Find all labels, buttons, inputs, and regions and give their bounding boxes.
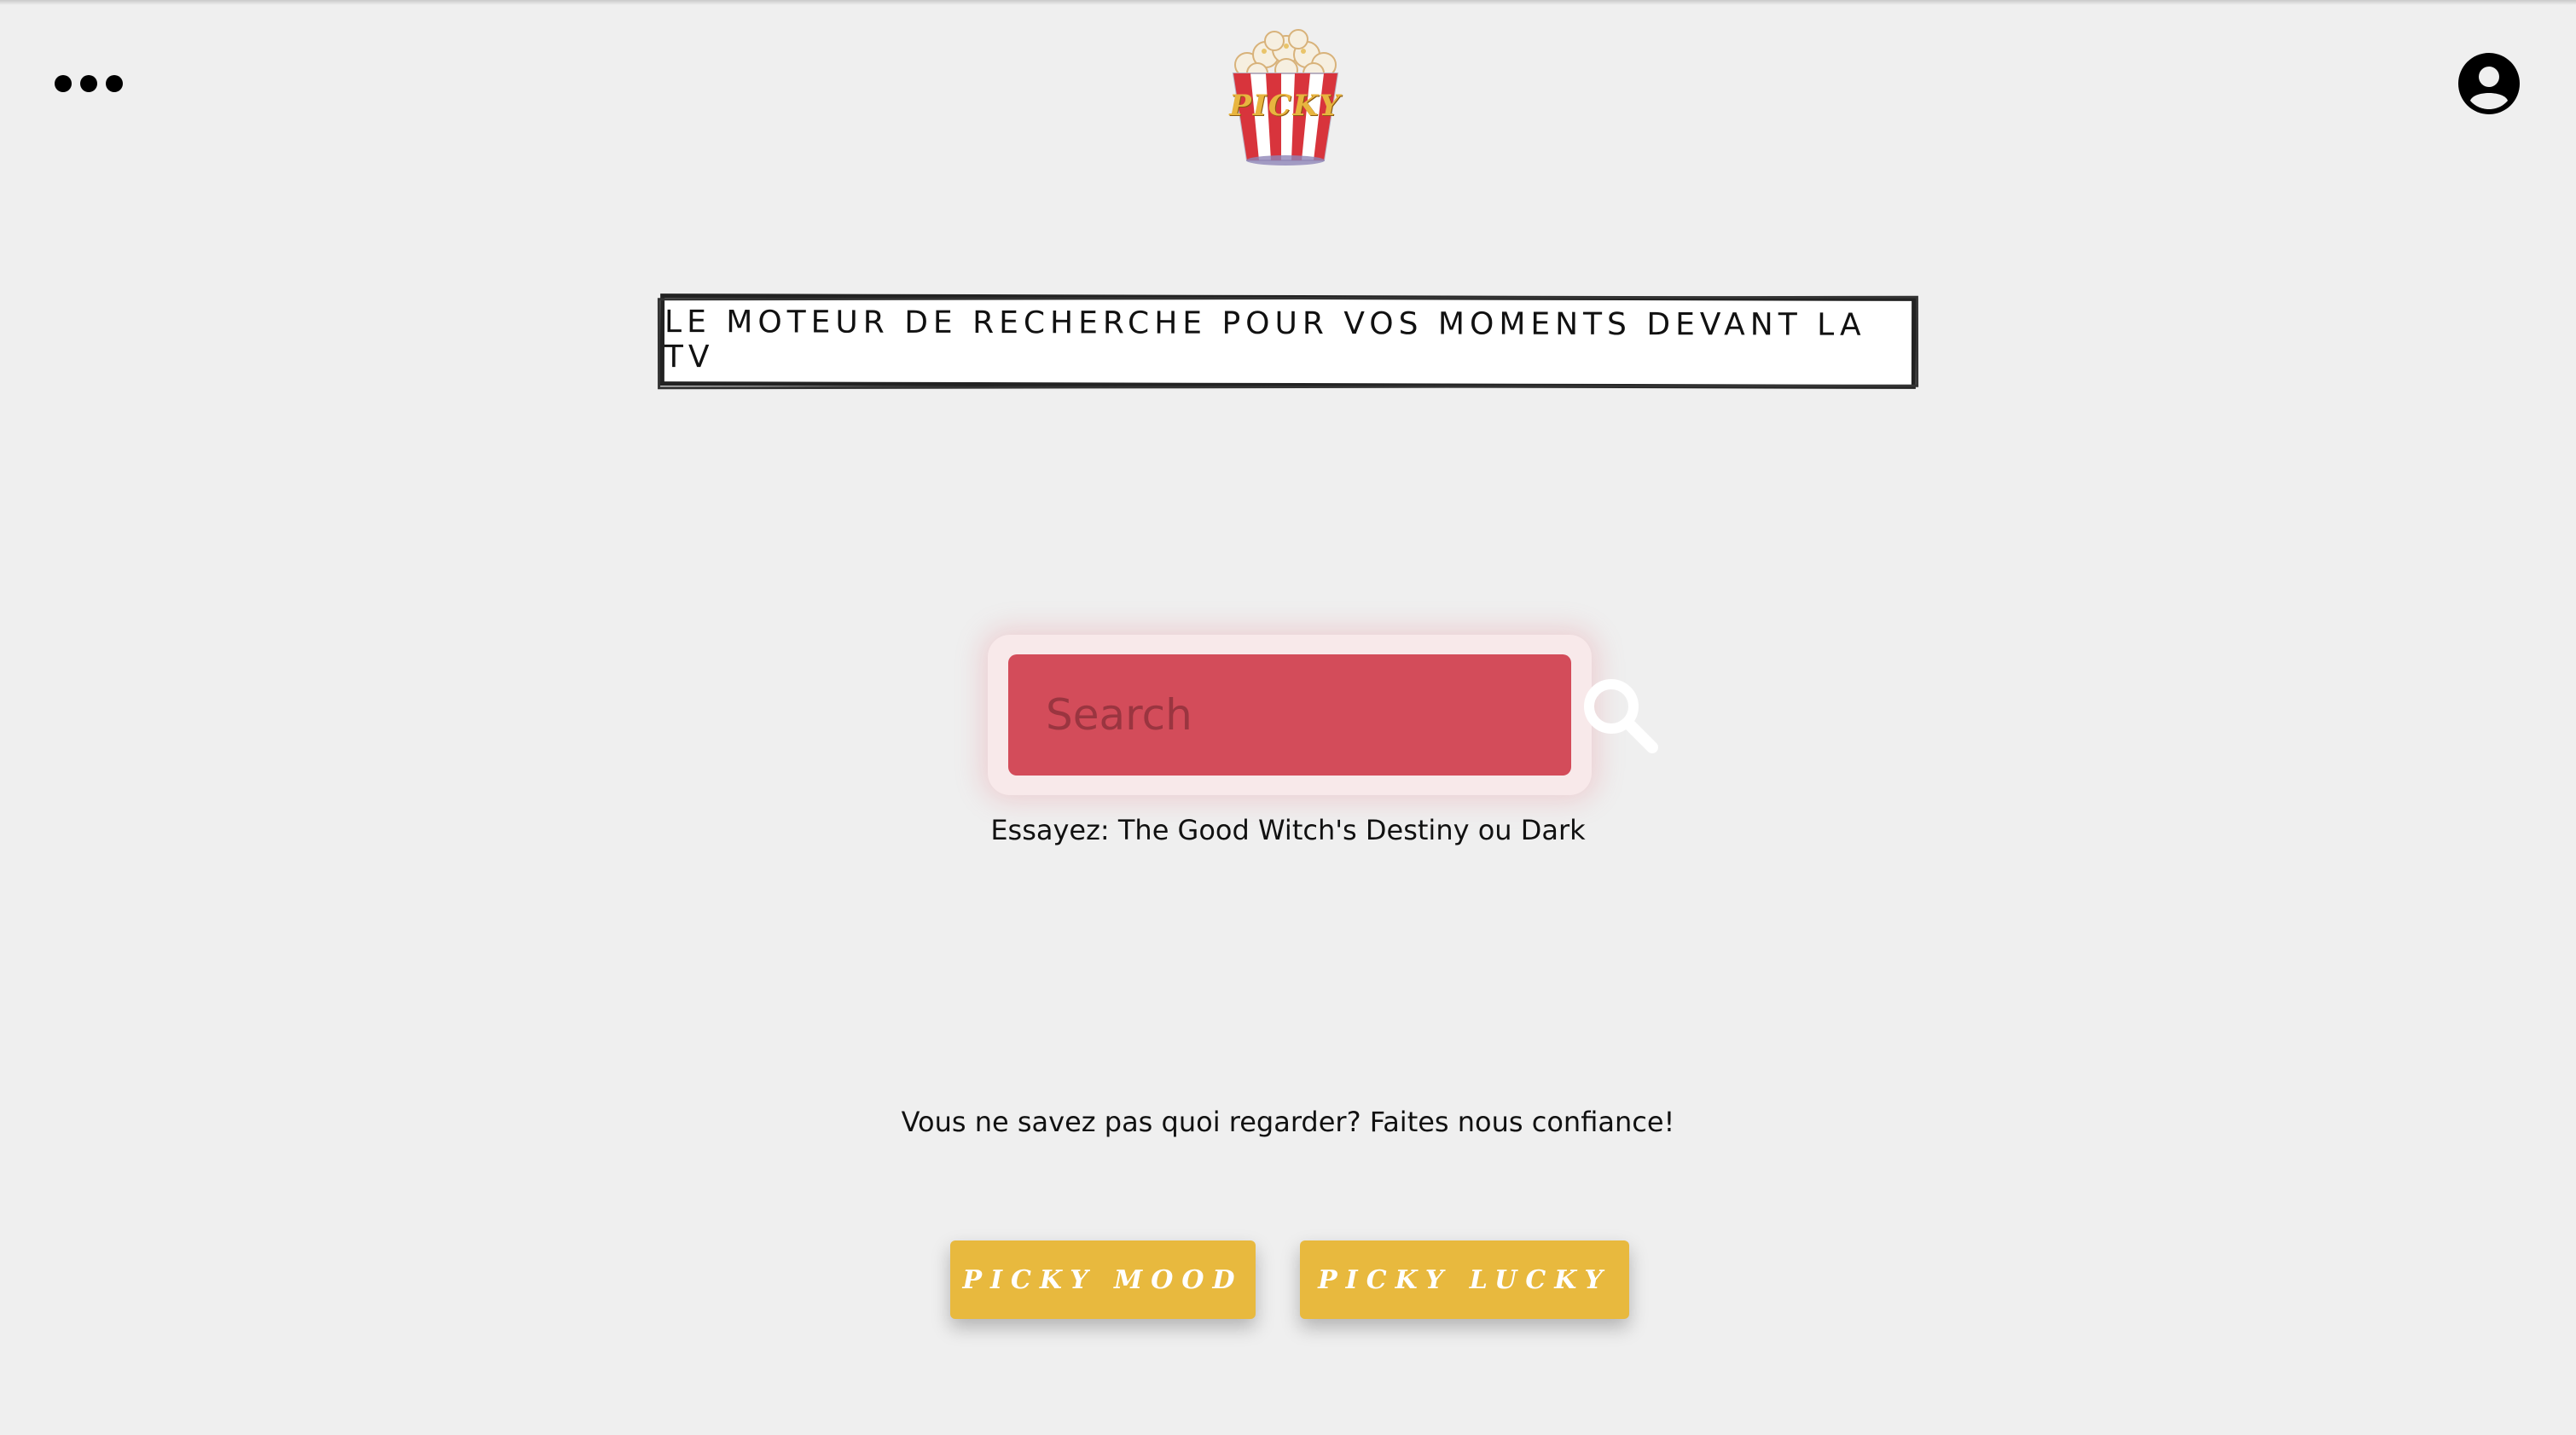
more-dot — [80, 75, 97, 92]
logo-text: PICKY — [1229, 89, 1342, 123]
picky-logo[interactable]: PICKY — [1221, 26, 1349, 167]
picky-mood-button[interactable]: PICKY MOOD — [950, 1240, 1256, 1319]
user-circle-icon — [2458, 53, 2520, 114]
tagline-text: LE MOTEUR DE RECHERCHE POUR VOS MOMENTS … — [664, 305, 1866, 375]
user-account-button[interactable] — [2458, 53, 2520, 114]
search-input[interactable] — [1044, 689, 1579, 741]
picky-lucky-button[interactable]: PICKY LUCKY — [1300, 1240, 1629, 1319]
search-button[interactable] — [1579, 668, 1661, 762]
header-shadow — [0, 0, 2576, 5]
discover-prompt: Vous ne savez pas quoi regarder? Faites … — [901, 1106, 1675, 1138]
tagline-banner: LE MOTEUR DE RECHERCHE POUR VOS MOMENTS … — [659, 293, 1917, 389]
more-dot — [55, 75, 72, 92]
more-menu-button[interactable] — [55, 67, 123, 101]
search-icon — [1584, 679, 1658, 753]
more-dot — [106, 75, 123, 92]
search-hint: Essayez: The Good Witch's Destiny ou Dar… — [990, 814, 1586, 846]
search-bar — [1008, 654, 1658, 776]
